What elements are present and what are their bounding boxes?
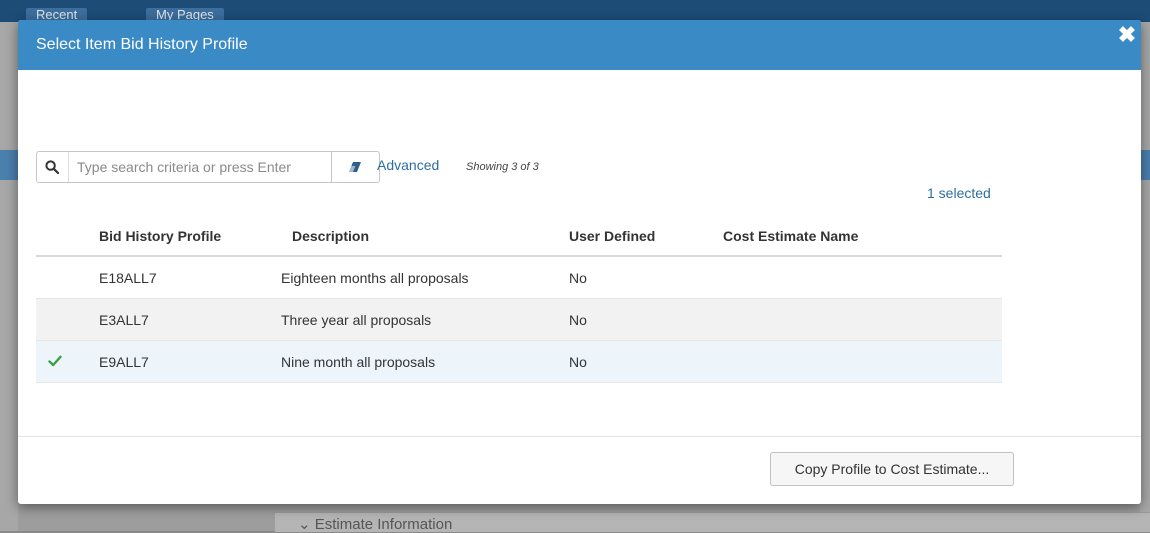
cell-description: Eighteen months all proposals (281, 270, 469, 286)
table-row[interactable]: E18ALL7 Eighteen months all proposals No (36, 257, 1002, 299)
search-icon[interactable] (45, 160, 59, 174)
column-header-description[interactable]: Description (292, 228, 369, 244)
background-topbar: Recent My Pages (0, 0, 1150, 22)
footer-divider (18, 436, 1141, 437)
eraser-icon (349, 162, 361, 172)
cell-profile: E18ALL7 (99, 270, 157, 286)
search-input[interactable] (68, 152, 330, 182)
close-icon[interactable]: ✖ (1116, 24, 1138, 46)
dialog-title: Select Item Bid History Profile (36, 36, 248, 53)
cell-user-defined: No (569, 270, 587, 286)
background-right-accent (1140, 150, 1150, 180)
selected-count[interactable]: 1 selected (927, 185, 991, 201)
background-right-panel (1140, 22, 1150, 531)
background-left-accent (0, 150, 18, 180)
column-header-user-defined[interactable]: User Defined (569, 228, 655, 244)
check-icon (48, 355, 62, 367)
clear-search-button[interactable] (331, 152, 380, 182)
search-bar (36, 151, 380, 183)
copy-profile-button[interactable]: Copy Profile to Cost Estimate... (770, 452, 1014, 486)
select-profile-dialog: Select Item Bid History Profile Advanced… (18, 20, 1141, 504)
dialog-header: Select Item Bid History Profile (18, 20, 1141, 70)
cell-description: Three year all proposals (281, 312, 432, 328)
background-section-title: ⌄ Estimate Information (298, 515, 452, 533)
results-count: Showing 3 of 3 (466, 161, 539, 173)
advanced-search-link[interactable]: Advanced (377, 157, 439, 173)
background-left-panel (0, 22, 18, 531)
table-header: Bid History Profile Description User Def… (36, 218, 1002, 257)
cell-user-defined: No (569, 312, 587, 328)
chevron-down-icon: ⌄ (298, 516, 311, 533)
cell-description: Nine month all proposals (281, 354, 436, 370)
table-row-selected[interactable]: E9ALL7 Nine month all proposals No (36, 341, 1002, 383)
cell-user-defined: No (569, 354, 587, 370)
cell-profile: E9ALL7 (99, 354, 149, 370)
profile-table: Bid History Profile Description User Def… (36, 218, 1002, 383)
cell-profile: E3ALL7 (99, 312, 149, 328)
column-header-bid-history-profile[interactable]: Bid History Profile (99, 228, 221, 244)
background-section-label: Estimate Information (314, 516, 453, 533)
table-row[interactable]: E3ALL7 Three year all proposals No (36, 299, 1002, 341)
column-header-cost-estimate-name[interactable]: Cost Estimate Name (723, 228, 858, 244)
